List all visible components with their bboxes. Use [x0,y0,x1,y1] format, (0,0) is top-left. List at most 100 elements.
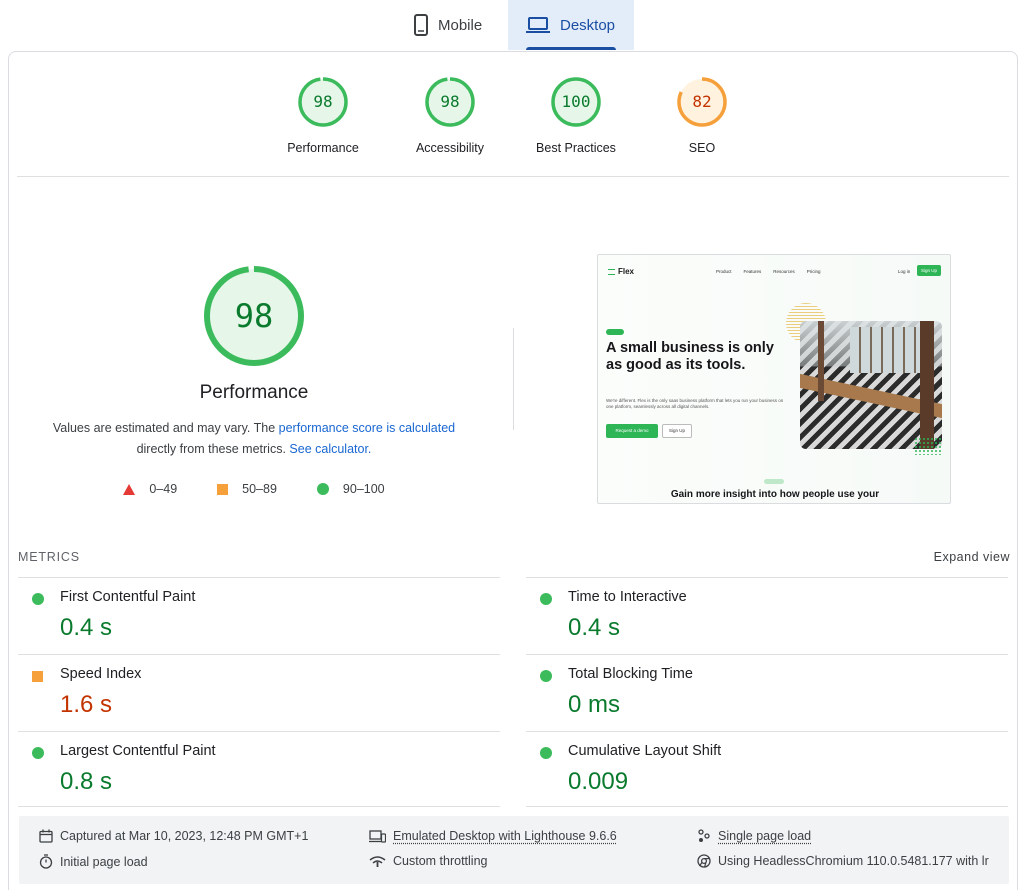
legend-average: 50–89 [217,482,277,496]
legend-range: 0–49 [149,482,178,496]
gauge-label: Performance [287,141,359,155]
gauge-ring: 100 [550,76,602,128]
summary-gauges: 98 Performance 98 Accessibility 100 Best… [9,76,1017,180]
tab-mobile[interactable]: Mobile [396,0,504,50]
custom-throttling: Custom throttling [369,854,487,868]
preview-headline: A small business is only as good as its … [606,340,774,373]
throttling-text: Custom throttling [393,854,488,868]
see-calculator-link[interactable]: See calculator. [289,442,371,456]
preview-login: Log in [898,269,911,274]
nodes-icon [698,829,710,842]
divider [17,176,1009,177]
legend-range: 50–89 [242,482,277,496]
gauge-label: Accessibility [415,141,485,155]
performance-gauge: 98 [202,264,306,368]
metric-speed-index: Speed Index 1.6 s [18,654,500,731]
report-card: 98 Performance 98 Accessibility 100 Best… [8,51,1018,890]
performance-title: Performance [199,382,309,403]
score-calculated-link[interactable]: performance score is calculated [279,421,455,435]
performance-description: Values are estimated and may vary. The p… [49,418,459,460]
metric-name: Time to Interactive [568,589,687,605]
good-circle-icon [32,747,44,759]
metric-value: 0.4 s [60,614,113,641]
calendar-icon [39,829,53,843]
device-tabs: Mobile Desktop [0,0,1024,50]
preview-nav: Product Features Resources Pricing [716,269,821,274]
preview-nav-item: Pricing [806,269,821,274]
active-tab-indicator [526,47,616,50]
tab-mobile-label: Mobile [438,16,483,34]
preview-nav-item: Resources [773,269,795,274]
single-page-load[interactable]: Single page load [697,829,811,843]
metric-value: 0.8 s [60,768,113,795]
emulated-device[interactable]: Emulated Desktop with Lighthouse 9.6.6 [369,829,617,843]
preview-nav-item: Features [743,269,762,274]
chrome-icon [697,854,711,868]
devices-icon [369,829,386,843]
emulated-text: Emulated Desktop with Lighthouse 9.6.6 [393,829,617,843]
metric-time-to-interactive: Time to Interactive 0.4 s [526,577,1008,654]
preview-badge [606,329,624,335]
browser-version: Using HeadlessChromium 110.0.5481.177 wi… [697,854,989,868]
square-icon [217,483,229,495]
metric-name: Cumulative Layout Shift [568,743,722,759]
metric-name: Total Blocking Time [568,666,693,682]
laptop-icon [526,16,550,34]
metric-total-blocking-time: Total Blocking Time 0 ms [526,654,1008,731]
preview-logo: Flex [608,267,634,276]
legend-range: 90–100 [342,482,385,496]
preview-dot-pattern [914,437,942,455]
expand-view-toggle[interactable]: Expand view [934,550,1010,564]
captured-text: Captured at Mar 10, 2023, 12:48 PM GMT+1 [60,829,309,843]
good-circle-icon [540,593,552,605]
preview-logo-text: Flex [618,267,635,276]
metric-value: 1.6 s [60,691,113,718]
preview-office-photo [800,321,942,449]
final-screenshot[interactable]: Flex Product Features Resources Pricing … [597,254,951,504]
good-circle-icon [540,670,552,682]
metric-first-contentful-paint: First Contentful Paint 0.4 s [18,577,500,654]
phone-icon [414,14,428,36]
gauge-best-practices[interactable]: 100 Best Practices [516,76,636,155]
gauge-ring: 98 [297,76,349,128]
good-circle-icon [540,747,552,759]
performance-summary: 98 Performance Values are estimated and … [49,264,459,496]
legend-good: 90–100 [316,482,385,496]
gauge-seo[interactable]: 82 SEO [642,76,762,155]
tab-desktop[interactable]: Desktop [508,0,634,50]
captured-at: Captured at Mar 10, 2023, 12:48 PM GMT+1 [39,829,308,843]
legend-poor: 0–49 [123,482,177,496]
desc-text: Values are estimated and may vary. The [52,421,279,435]
gauge-score: 82 [692,92,712,111]
metric-value: 0.4 s [568,614,621,641]
good-circle-icon [32,593,44,605]
gauge-score: 98 [313,92,333,111]
gauge-score: 100 [561,92,591,111]
tab-desktop-label: Desktop [560,16,616,34]
metric-largest-contentful-paint: Largest Contentful Paint 0.8 s [18,731,500,807]
metric-value: 0 ms [568,691,621,718]
runtime-settings: Captured at Mar 10, 2023, 12:48 PM GMT+1… [19,816,1009,884]
metric-name: First Contentful Paint [60,589,196,605]
gauge-label: SEO [688,141,716,155]
metric-cumulative-layout-shift: Cumulative Layout Shift 0.009 [526,731,1008,807]
gauge-accessibility[interactable]: 98 Accessibility [390,76,510,155]
metric-name: Speed Index [60,666,142,682]
photo-window [850,327,920,373]
stopwatch-icon [39,854,53,869]
metric-value: 0.009 [568,768,629,795]
vertical-divider [513,328,514,430]
circle-icon [316,483,329,495]
using-text: Using HeadlessChromium 110.0.5481.177 wi… [718,854,989,868]
performance-score: 98 [234,297,274,335]
photo-column [920,321,934,449]
preview-signup: Sign Up [917,265,941,276]
preview-cta-primary: Request a demo [606,424,658,438]
metric-name: Largest Contentful Paint [60,743,216,759]
gauge-label: Best Practices [536,141,616,155]
gauge-score: 98 [440,92,460,111]
metrics-header: METRICS Expand view [18,550,1010,564]
gauge-performance[interactable]: 98 Performance [263,76,383,155]
average-square-icon [32,671,43,682]
single-text: Single page load [718,829,812,843]
